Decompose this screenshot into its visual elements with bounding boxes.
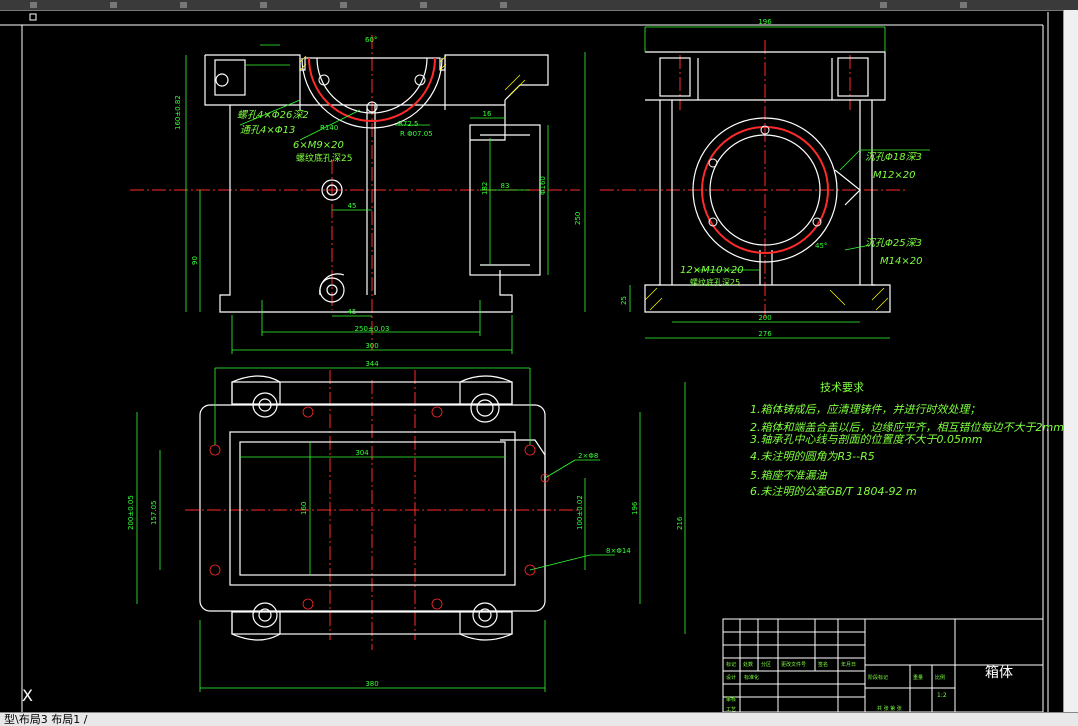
top-view: 344 304 380 160 200±0.05 157.05 100±0.02… xyxy=(127,360,686,692)
dim-45b: 45 xyxy=(348,308,357,316)
note-holes1: 螺孔4×Φ26深2 xyxy=(237,109,309,121)
drawing-border xyxy=(0,12,1049,712)
tb-label: 共 张 第 张 xyxy=(877,705,902,712)
note-r72: R72.5 xyxy=(398,120,418,128)
note-depth25: 螺纹底孔深25 xyxy=(690,277,740,287)
dim-8x14: 8×Φ14 xyxy=(606,547,631,555)
dim-250: 250±0.03 xyxy=(355,325,390,333)
drawing-canvas[interactable]: 300 250±0.03 45 45 16 83 160±0.82 90 182… xyxy=(0,10,1063,712)
toolbar-icon[interactable] xyxy=(30,2,37,8)
tech-item: 1.箱体铸成后，应清理铸件，并进行时效处理； xyxy=(750,403,981,416)
dim-100: 100±0.02 xyxy=(576,495,584,530)
dim-250v: 250 xyxy=(574,212,582,225)
note-cb25: 沉孔Φ25深3 xyxy=(865,237,922,249)
note-12m10: 12×M10×20 xyxy=(680,265,744,276)
toolbar-icon[interactable] xyxy=(880,2,887,8)
front-view: 300 250±0.03 45 45 16 83 160±0.82 90 182… xyxy=(130,35,580,354)
dim-200: 200 xyxy=(758,314,771,322)
vertical-scrollbar[interactable] xyxy=(1063,10,1078,712)
note-m12: M12×20 xyxy=(873,170,915,181)
toolbar-icon[interactable] xyxy=(110,2,117,8)
dim-45a: 45 xyxy=(348,202,357,210)
angle-45: 45° xyxy=(815,242,827,250)
layout-tabs[interactable]: 型\布局3 布局1 / xyxy=(4,713,87,726)
dim-344: 344 xyxy=(365,360,379,368)
tech-item: 4.未注明的圆角为R3--R5 xyxy=(750,450,875,463)
tech-item: 6.未注明的公差GB/T 1804-92 m xyxy=(750,485,917,498)
note-r140: R140 xyxy=(320,124,338,132)
tb-label: 更改文件号 xyxy=(781,661,806,668)
tb-label: 处数 xyxy=(743,661,753,668)
tb-label: 审核 xyxy=(726,696,736,703)
dim-2x8: 2×Φ8 xyxy=(578,452,598,460)
dim-196: 196 xyxy=(758,18,772,26)
ucs-icon: X xyxy=(22,686,33,705)
dim-216: 216 xyxy=(676,516,684,530)
tb-scale: 1:2 xyxy=(937,692,947,699)
part-name: 箱体 xyxy=(985,665,1013,681)
tb-label: 分区 xyxy=(761,661,771,668)
toolbar-icon[interactable] xyxy=(500,2,507,8)
toolbar-icon[interactable] xyxy=(180,2,187,8)
dim-160b: 160 xyxy=(300,502,308,515)
angle-60: 60° xyxy=(365,36,377,44)
dim-304: 304 xyxy=(355,449,369,457)
tech-item: 3.轴承孔中心线与剖面的位置度不大于0.05mm xyxy=(750,433,982,446)
dim-300: 300 xyxy=(365,342,378,350)
title-block: 箱体 标记 处数 分区 更改文件号 签名 年月日 设计 标准化 阶段标记 重量 … xyxy=(722,618,1044,712)
note-rdia: R Φ07.05 xyxy=(400,130,433,138)
tech-title: 技术要求 xyxy=(820,381,864,394)
dim-25: 25 xyxy=(620,296,628,305)
dim-90: 90 xyxy=(191,256,199,265)
dim-196b: 196 xyxy=(631,501,639,515)
tb-label: 年月日 xyxy=(841,661,856,668)
note-holes2: 通孔4×Φ13 xyxy=(240,124,295,136)
dim-160: Φ160 xyxy=(539,176,547,195)
note-m14: M14×20 xyxy=(880,256,922,267)
side-view: 196 276 200 250 25 沉孔Φ18深3 M12×20 沉孔Φ25深… xyxy=(574,18,930,339)
tb-label: 阶段标记 xyxy=(868,674,888,681)
dim-276: 276 xyxy=(758,330,772,338)
dim-380: 380 xyxy=(365,680,378,688)
toolbar-icon[interactable] xyxy=(260,2,267,8)
note-thread: 6×M9×20 xyxy=(293,140,344,151)
tb-label: 签名 xyxy=(818,661,828,668)
layout-tabs-bar[interactable]: 型\布局3 布局1 / xyxy=(0,712,1078,726)
dim-83: 83 xyxy=(501,182,510,190)
tb-label: 比例 xyxy=(935,674,945,681)
tb-label: 设计 xyxy=(726,674,736,681)
tb-label: 重量 xyxy=(913,674,923,681)
toolbar-icon[interactable] xyxy=(960,2,967,8)
dim-160-82: 160±0.82 xyxy=(174,95,182,130)
toolbar-icon[interactable] xyxy=(340,2,347,8)
tb-label: 标记 xyxy=(726,661,736,668)
dim-157: 157.05 xyxy=(150,501,158,526)
note-thread-depth: 螺纹底孔深25 xyxy=(296,152,352,164)
dim-182: 182 xyxy=(481,182,489,195)
tech-item: 5.箱座不准漏油 xyxy=(750,469,827,482)
dim-16: 16 xyxy=(483,110,492,118)
dim-200-05: 200±0.05 xyxy=(127,495,135,530)
tb-label: 标准化 xyxy=(744,674,759,681)
toolbar-icon[interactable] xyxy=(420,2,427,8)
note-cb18: 沉孔Φ18深3 xyxy=(865,151,922,163)
tech-requirements: 技术要求 1.箱体铸成后，应清理铸件，并进行时效处理； 2.箱体和端盖合盖以后，… xyxy=(750,381,1063,498)
